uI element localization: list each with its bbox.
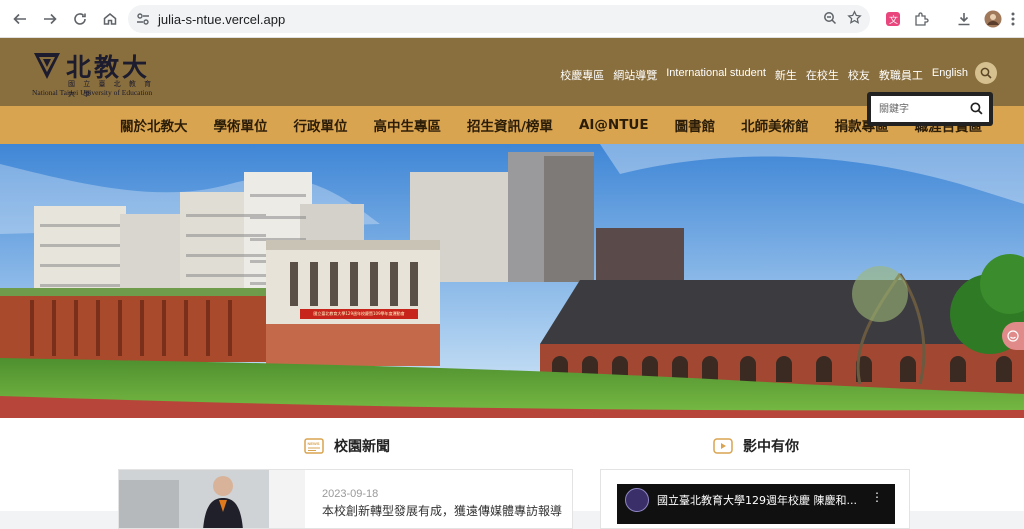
video-menu-icon[interactable]: ⋮: [871, 490, 883, 504]
video-player[interactable]: 國立臺北教育大學129週年校慶 陳慶和... ⋮: [617, 484, 895, 524]
bookmark-star-icon[interactable]: [847, 9, 862, 29]
newspaper-icon: NEWS: [304, 438, 324, 454]
search-submit-icon[interactable]: [970, 100, 983, 119]
play-video-icon: [713, 438, 733, 454]
content-area: NEWS 校園新聞 影中有你 2023-09-18 本校創新轉型發展有成，獲遠傳…: [0, 418, 1024, 529]
video-title-text: 影中有你: [743, 439, 799, 455]
download-icon[interactable]: [951, 6, 977, 32]
toplink-anniversary[interactable]: 校慶專區: [560, 67, 604, 83]
back-icon[interactable]: [6, 5, 34, 33]
news-section-title: NEWS 校園新聞: [304, 436, 390, 456]
search-icon: [980, 67, 992, 79]
toplink-students[interactable]: 在校生: [806, 67, 839, 83]
toplink-sitemap[interactable]: 網站導覽: [613, 67, 657, 83]
reload-icon[interactable]: [66, 5, 94, 33]
svg-text:NEWS: NEWS: [308, 441, 320, 446]
video-card: 國立臺北教育大學129週年校慶 陳慶和... ⋮: [600, 469, 910, 529]
forward-icon[interactable]: [36, 5, 64, 33]
url-text: julia-s-ntue.vercel.app: [158, 11, 286, 27]
university-emblem-icon: [34, 53, 60, 79]
nav-administration[interactable]: 行政單位: [294, 115, 348, 135]
logo-english: National Taipei University of Education: [32, 88, 153, 97]
svg-text:文: 文: [889, 14, 898, 26]
extensions-puzzle-icon[interactable]: [908, 6, 934, 32]
toplink-english[interactable]: English: [932, 67, 968, 83]
toplink-international[interactable]: International student: [666, 67, 766, 83]
news-card[interactable]: 2023-09-18 本校創新轉型發展有成，獲遠傳媒體專訪報導: [118, 469, 573, 529]
toplink-alumni[interactable]: 校友: [848, 67, 870, 83]
zoom-icon[interactable]: [823, 10, 837, 29]
nav-academic[interactable]: 學術單位: [214, 115, 268, 135]
home-icon[interactable]: [96, 5, 124, 33]
nav-library[interactable]: 圖書館: [675, 115, 716, 135]
hero-banner-text: 國立臺北教育大學129週年校慶暨109學年度運動會: [313, 311, 405, 316]
nav-art-museum[interactable]: 北師美術館: [741, 115, 809, 135]
news-date: 2023-09-18: [322, 488, 379, 500]
search-toggle-button[interactable]: [975, 62, 997, 84]
channel-logo-icon: [625, 488, 649, 512]
toplink-freshmen[interactable]: 新生: [775, 67, 797, 83]
nav-highschool[interactable]: 高中生專區: [374, 115, 442, 135]
address-bar[interactable]: julia-s-ntue.vercel.app: [128, 5, 870, 33]
site-logo[interactable]: 北教大 國 立 臺 北 教 育 大 學 National Taipei Univ…: [32, 46, 164, 98]
video-section-title: 影中有你: [713, 436, 799, 456]
smile-icon: [1007, 330, 1019, 342]
floating-accessibility-badge[interactable]: [1002, 322, 1024, 350]
news-title-text: 校園新聞: [334, 439, 390, 455]
news-thumbnail: [119, 470, 305, 528]
toplink-staff[interactable]: 教職員工: [879, 67, 923, 83]
extension-translate-icon[interactable]: 文: [880, 6, 906, 32]
browser-toolbar: julia-s-ntue.vercel.app 文: [0, 0, 1024, 38]
profile-avatar[interactable]: [980, 6, 1006, 32]
nav-ai-ntue[interactable]: AI@NTUE: [579, 117, 649, 133]
nav-about[interactable]: 關於北教大: [120, 115, 188, 135]
video-title: 國立臺北教育大學129週年校慶 陳慶和...: [657, 494, 857, 507]
search-popover: [867, 92, 993, 126]
top-links: 校慶專區 網站導覽 International student 新生 在校生 校…: [560, 67, 968, 83]
hero-campus-image: 國立臺北教育大學129週年校慶暨109學年度運動會: [0, 144, 1024, 418]
site-settings-icon[interactable]: [128, 5, 158, 33]
menu-kebab-icon[interactable]: [1004, 6, 1022, 32]
nav-admissions[interactable]: 招生資訊/榜單: [467, 115, 553, 135]
search-input[interactable]: [877, 102, 957, 116]
